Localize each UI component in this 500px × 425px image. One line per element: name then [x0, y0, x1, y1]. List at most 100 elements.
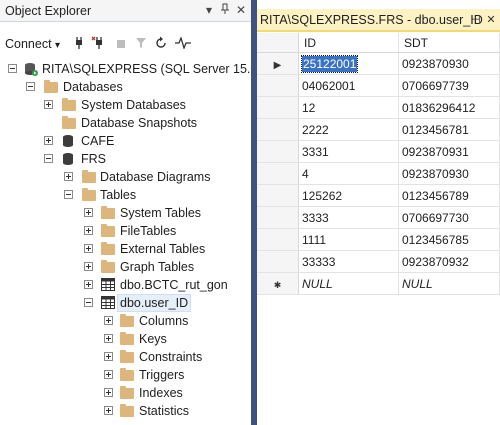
expand-icon[interactable]: [84, 262, 93, 271]
column-header-sdt[interactable]: SDT: [399, 33, 500, 52]
row-selector[interactable]: [257, 97, 299, 118]
table-row-new[interactable]: ✱ NULL NULL: [257, 273, 500, 295]
tree-node-graph-tables[interactable]: Graph Tables: [0, 258, 251, 276]
tree-node-system-tables[interactable]: System Tables: [0, 204, 251, 222]
grid-cell-id[interactable]: 25122001: [299, 53, 399, 74]
collapse-icon[interactable]: [8, 64, 17, 73]
table-row[interactable]: 1111 0123456785: [257, 229, 500, 251]
connect-button[interactable]: Connect ▾: [5, 37, 60, 51]
table-row[interactable]: 4 0923870930: [257, 163, 500, 185]
row-selector[interactable]: [257, 119, 299, 140]
grid-cell-id[interactable]: 125262: [299, 185, 399, 206]
tree-node-keys[interactable]: Keys: [0, 330, 251, 348]
table-row[interactable]: 2222 0123456781: [257, 119, 500, 141]
expand-icon[interactable]: [84, 280, 93, 289]
connect-plug-icon[interactable]: [70, 36, 88, 54]
grid-cell-sdt[interactable]: 0123456785: [399, 229, 500, 250]
table-row[interactable]: ▶ 25122001 0923870930: [257, 53, 500, 75]
collapse-icon[interactable]: [44, 154, 53, 163]
tree-node-server[interactable]: RITA\SQLEXPRESS (SQL Server 15.0.200: [0, 60, 251, 78]
row-selector[interactable]: [257, 229, 299, 250]
row-selector-header[interactable]: [257, 33, 299, 52]
expand-icon[interactable]: [104, 334, 113, 343]
grid-cell-id[interactable]: 3333: [299, 207, 399, 228]
tree-node-file-tables[interactable]: FileTables: [0, 222, 251, 240]
close-icon[interactable]: ✕: [234, 3, 248, 17]
activity-monitor-icon[interactable]: [174, 36, 192, 54]
grid-cell-id[interactable]: 1111: [299, 229, 399, 250]
expand-icon[interactable]: [104, 406, 113, 415]
grid-cell-sdt[interactable]: 0923870931: [399, 141, 500, 162]
grid-cell-sdt[interactable]: 0923870932: [399, 251, 500, 272]
tree-node-system-databases[interactable]: System Databases: [0, 96, 251, 114]
row-selector[interactable]: ✱: [257, 273, 299, 294]
expand-icon[interactable]: [64, 172, 73, 181]
grid-cell-sdt[interactable]: 01836296412: [399, 97, 500, 118]
grid-cell-id[interactable]: 4: [299, 163, 399, 184]
grid-cell-sdt[interactable]: 0706697739: [399, 75, 500, 96]
tree-node-database-diagrams[interactable]: Database Diagrams: [0, 168, 251, 186]
tab-table-editor[interactable]: RITA\SQLEXPRESS.FRS - dbo.user_ID ⊣ ✕: [257, 9, 500, 32]
column-header-id[interactable]: ID: [299, 33, 399, 52]
expand-icon[interactable]: [104, 352, 113, 361]
grid-cell-sdt[interactable]: NULL: [399, 273, 500, 294]
grid-cell-id[interactable]: NULL: [299, 273, 399, 294]
tree-label: External Tables: [120, 242, 206, 256]
grid-cell-sdt[interactable]: 0923870930: [399, 53, 500, 74]
grid-cell-sdt[interactable]: 0706697730: [399, 207, 500, 228]
row-selector[interactable]: [257, 75, 299, 96]
tree-node-tables[interactable]: Tables: [0, 186, 251, 204]
tree-node-table-bctc[interactable]: dbo.BCTC_rut_gon: [0, 276, 251, 294]
grid-cell-id[interactable]: 3331: [299, 141, 399, 162]
pin-icon[interactable]: ⊣: [470, 13, 482, 26]
collapse-icon[interactable]: [64, 190, 73, 199]
filter-icon[interactable]: [132, 36, 150, 54]
expand-icon[interactable]: [104, 316, 113, 325]
row-selector[interactable]: ▶: [257, 53, 299, 74]
stop-icon[interactable]: [112, 36, 130, 54]
close-icon[interactable]: ✕: [485, 13, 497, 26]
grid-cell-id[interactable]: 04062001: [299, 75, 399, 96]
row-selector[interactable]: [257, 207, 299, 228]
row-selector[interactable]: [257, 251, 299, 272]
table-row[interactable]: 33333 0923870932: [257, 251, 500, 273]
grid-cell-id[interactable]: 12: [299, 97, 399, 118]
table-row[interactable]: 04062001 0706697739: [257, 75, 500, 97]
row-selector[interactable]: [257, 163, 299, 184]
table-row[interactable]: 12 01836296412: [257, 97, 500, 119]
tree-node-indexes[interactable]: Indexes: [0, 384, 251, 402]
collapse-icon[interactable]: [84, 298, 93, 307]
grid-cell-sdt[interactable]: 0923870930: [399, 163, 500, 184]
row-selector[interactable]: [257, 185, 299, 206]
expand-icon[interactable]: [104, 388, 113, 397]
tree-node-table-user-id[interactable]: dbo.user_ID: [0, 294, 251, 312]
refresh-icon[interactable]: [152, 36, 170, 54]
expand-icon[interactable]: [84, 226, 93, 235]
expand-icon[interactable]: [44, 136, 53, 145]
table-row[interactable]: 125262 0123456789: [257, 185, 500, 207]
tree-node-db-frs[interactable]: FRS: [0, 150, 251, 168]
expand-icon[interactable]: [44, 100, 53, 109]
grid-cell-id[interactable]: 33333: [299, 251, 399, 272]
window-position-dropdown-icon[interactable]: ▾: [202, 3, 216, 17]
grid-cell-sdt[interactable]: 0123456789: [399, 185, 500, 206]
tree-node-constraints[interactable]: Constraints: [0, 348, 251, 366]
grid-cell-sdt[interactable]: 0123456781: [399, 119, 500, 140]
expand-icon[interactable]: [84, 208, 93, 217]
tree-node-db-cafe[interactable]: CAFE: [0, 132, 251, 150]
table-row[interactable]: 3333 0706697730: [257, 207, 500, 229]
tree-node-triggers[interactable]: Triggers: [0, 366, 251, 384]
tree-node-columns[interactable]: Columns: [0, 312, 251, 330]
tree-node-database-snapshots[interactable]: Database Snapshots: [0, 114, 251, 132]
row-selector[interactable]: [257, 141, 299, 162]
tree-node-external-tables[interactable]: External Tables: [0, 240, 251, 258]
tree-node-statistics[interactable]: Statistics: [0, 402, 251, 420]
table-row[interactable]: 3331 0923870931: [257, 141, 500, 163]
disconnect-icon[interactable]: [90, 36, 108, 54]
grid-cell-id[interactable]: 2222: [299, 119, 399, 140]
tree-node-databases[interactable]: Databases: [0, 78, 251, 96]
pin-icon[interactable]: [218, 3, 232, 18]
collapse-icon[interactable]: [26, 82, 35, 91]
expand-icon[interactable]: [104, 370, 113, 379]
expand-icon[interactable]: [84, 244, 93, 253]
